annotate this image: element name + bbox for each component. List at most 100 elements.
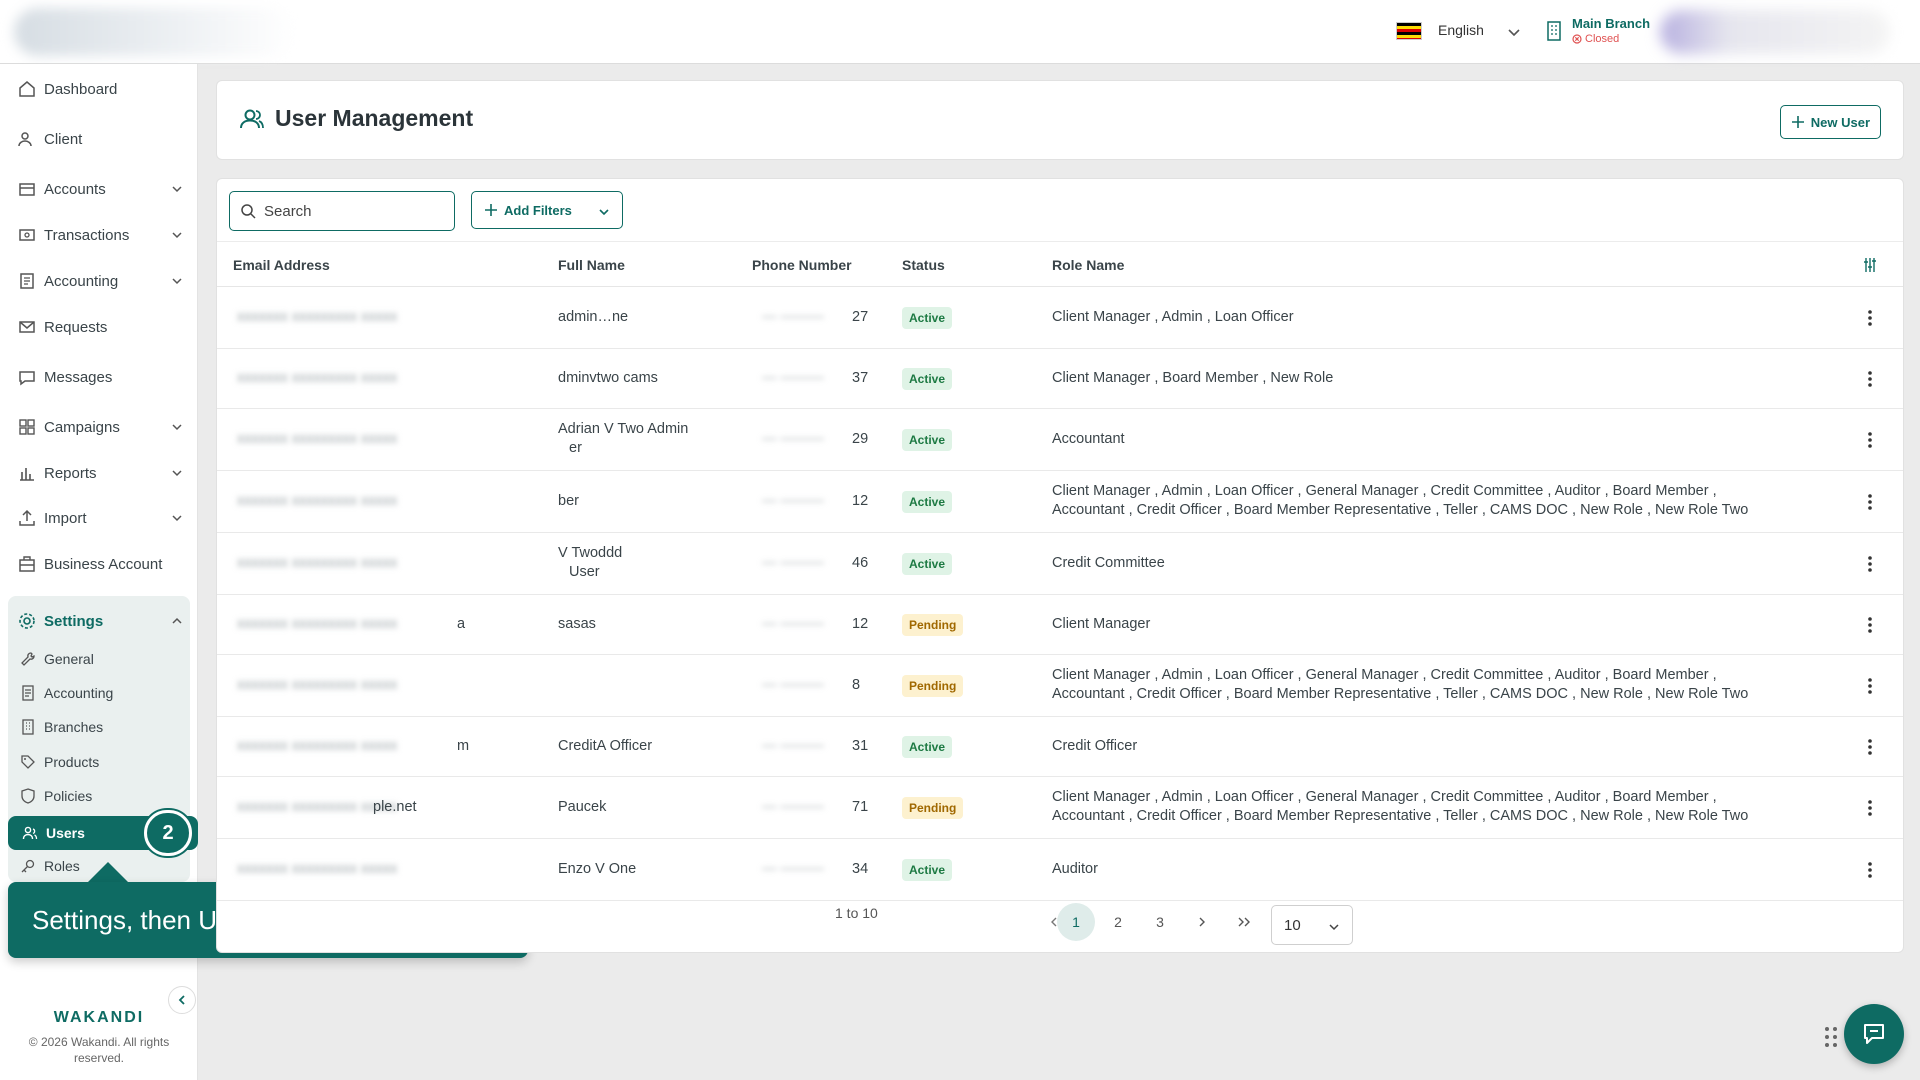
- full-name-cell: Paucek: [558, 799, 607, 815]
- page-title: User Management: [275, 105, 474, 131]
- chat-button[interactable]: [1844, 1004, 1904, 1064]
- sidebar-item-label: Campaigns: [44, 418, 120, 436]
- sidebar-item-reports[interactable]: Reports: [18, 458, 184, 488]
- branch-status-text: Closed: [1585, 33, 1620, 45]
- search-box[interactable]: [229, 191, 455, 231]
- role-name-cell: Auditor: [1052, 861, 1098, 877]
- role-name-cell: Client Manager , Admin , Loan Officer , …: [1052, 667, 1717, 683]
- users-icon: [22, 826, 38, 840]
- phone-cell: 31: [852, 738, 869, 754]
- column-header-email[interactable]: Email Address: [233, 257, 330, 273]
- sidebar-subitem-label: Policies: [44, 788, 93, 804]
- pagination-range: 1 to 10: [835, 905, 878, 921]
- phone-blurred: — ———: [762, 309, 825, 325]
- table-row[interactable]: xxxxxxx xxxxxxxxx xxxxx Adrian V Two Admi…: [217, 409, 1903, 471]
- phone-cell: 37: [852, 370, 869, 386]
- sidebar-item-accounting[interactable]: Accounting: [18, 266, 184, 296]
- role-name-cell: Credit Officer: [1052, 738, 1138, 754]
- full-name-cell: CreditA Officer: [558, 738, 653, 754]
- column-header-status[interactable]: Status: [902, 257, 945, 273]
- status-badge: Active: [902, 429, 953, 451]
- more-options-icon[interactable]: [1867, 309, 1873, 327]
- uganda-flag-icon[interactable]: [1396, 22, 1422, 40]
- table-row[interactable]: xxxxxxx xxxxxxxxx xxxxx Enzo V One — ——— 34…: [217, 839, 1903, 901]
- chevron-down-icon[interactable]: [1506, 24, 1522, 40]
- more-options-icon[interactable]: [1867, 431, 1873, 449]
- table-row[interactable]: xxxxxxx xxxxxxxxx xxxxx ber — ——— 12 Active C…: [217, 471, 1903, 533]
- more-options-icon[interactable]: [1867, 677, 1873, 695]
- more-options-icon[interactable]: [1867, 493, 1873, 511]
- import-icon: [19, 509, 35, 526]
- drag-handle-icon[interactable]: [1824, 1026, 1838, 1048]
- column-header-full-name[interactable]: Full Name: [558, 257, 625, 273]
- branch-name[interactable]: Main Branch: [1572, 16, 1650, 31]
- column-header-phone[interactable]: Phone Number: [752, 257, 852, 273]
- users-icon: [240, 109, 264, 129]
- sidebar-item-dashboard[interactable]: Dashboard: [18, 74, 184, 104]
- role-name-cell-line2: Accountant , Credit Officer , Board Memb…: [1052, 686, 1749, 702]
- chevron-down-icon: [172, 424, 182, 431]
- sidebar-subitem-general[interactable]: General: [20, 646, 184, 672]
- table-row[interactable]: xxxxxxx xxxxxxxxx xxxxx V Twoddd User — ———…: [217, 533, 1903, 595]
- sidebar-item-label: Requests: [44, 318, 108, 336]
- requests-icon: [19, 321, 35, 333]
- page-size-select[interactable]: 10: [1271, 905, 1353, 945]
- email-cell: a: [457, 616, 466, 632]
- more-options-icon[interactable]: [1867, 861, 1873, 879]
- language-label[interactable]: English: [1438, 22, 1484, 38]
- sidebar-item-messages[interactable]: Messages: [18, 362, 184, 392]
- building-icon: [1547, 21, 1561, 41]
- sidebar-item-requests[interactable]: Requests: [18, 312, 184, 342]
- email-blurred: xxxxxxx xxxxxxxxx xxxxx: [237, 309, 398, 325]
- table-row[interactable]: xxxxxxx xxxxxxxxx xxxxx m CreditA Officer —…: [217, 717, 1903, 777]
- more-options-icon[interactable]: [1867, 738, 1873, 756]
- table-row[interactable]: xxxxxxx xxxxxxxxx xxxxx a sasas — ——— 12 Pend…: [217, 595, 1903, 655]
- chevron-down-icon: [172, 186, 182, 193]
- sidebar-subitem-policies[interactable]: Policies: [20, 783, 184, 809]
- sidebar-item-client[interactable]: Client: [18, 124, 184, 154]
- last-page-button[interactable]: [1225, 903, 1263, 941]
- table-row[interactable]: xxxxxxx xxxxxxxxx xxxxx — ——— 8 Pending Clie…: [217, 655, 1903, 717]
- column-settings-icon[interactable]: [1863, 257, 1877, 273]
- user-profile-menu[interactable]: [1660, 10, 1890, 54]
- sidebar-subitem-branches[interactable]: Branches: [20, 714, 184, 740]
- table-row[interactable]: xxxxxxx xxxxxxxxx xxxxx admin…ne — ——— 27 Ac…: [217, 287, 1903, 349]
- page-button-2[interactable]: 2: [1099, 903, 1137, 941]
- new-user-button[interactable]: New User: [1779, 105, 1881, 139]
- next-page-button[interactable]: [1183, 903, 1221, 941]
- sidebar-item-transactions[interactable]: Transactions: [18, 220, 184, 250]
- sidebar-item-import[interactable]: Import: [18, 503, 184, 533]
- column-header-role-name[interactable]: Role Name: [1052, 257, 1124, 273]
- sidebar-subitem-label: Products: [44, 754, 100, 770]
- status-badge: Active: [902, 368, 953, 390]
- sidebar-subitem-accounting[interactable]: Accounting: [20, 680, 184, 706]
- table-row[interactable]: xxxxxxx xxxxxxxxx xxxxx dminvtwo cams — ——…: [217, 349, 1903, 409]
- transactions-icon: [19, 229, 35, 241]
- more-options-icon[interactable]: [1867, 555, 1873, 573]
- more-options-icon[interactable]: [1867, 370, 1873, 388]
- role-name-cell: Client Manager , Admin , Loan Officer , …: [1052, 789, 1717, 805]
- sidebar-item-business-account[interactable]: Business Account: [18, 549, 184, 579]
- chevron-right-icon: [1199, 917, 1205, 927]
- chevron-up-icon: [172, 617, 182, 624]
- search-input[interactable]: [264, 202, 444, 220]
- status-badge: Active: [902, 736, 953, 758]
- status-badge: Active: [902, 307, 953, 329]
- page-button-3[interactable]: 3: [1141, 903, 1179, 941]
- page-button-1[interactable]: 1: [1057, 903, 1095, 941]
- email-cell: m: [457, 738, 470, 754]
- sidebar-item-settings[interactable]: Settings: [18, 606, 184, 636]
- full-name-cell: Enzo V One: [558, 861, 637, 877]
- table-row[interactable]: xxxxxxx xxxxxxxxx xxxxx ple.net Paucek — ——…: [217, 777, 1903, 839]
- role-name-cell: Accountant: [1052, 431, 1125, 447]
- more-options-icon[interactable]: [1867, 799, 1873, 817]
- phone-blurred: — ———: [762, 431, 825, 447]
- sidebar-item-accounts[interactable]: Accounts: [18, 174, 184, 204]
- chevron-down-icon: [172, 232, 182, 239]
- sidebar-item-campaigns[interactable]: Campaigns: [18, 412, 184, 442]
- home-icon: [19, 81, 35, 97]
- chat-icon: [1864, 1024, 1884, 1044]
- add-filters-button[interactable]: Add Filters: [471, 191, 623, 229]
- sidebar-subitem-products[interactable]: Products: [20, 749, 184, 775]
- more-options-icon[interactable]: [1867, 616, 1873, 634]
